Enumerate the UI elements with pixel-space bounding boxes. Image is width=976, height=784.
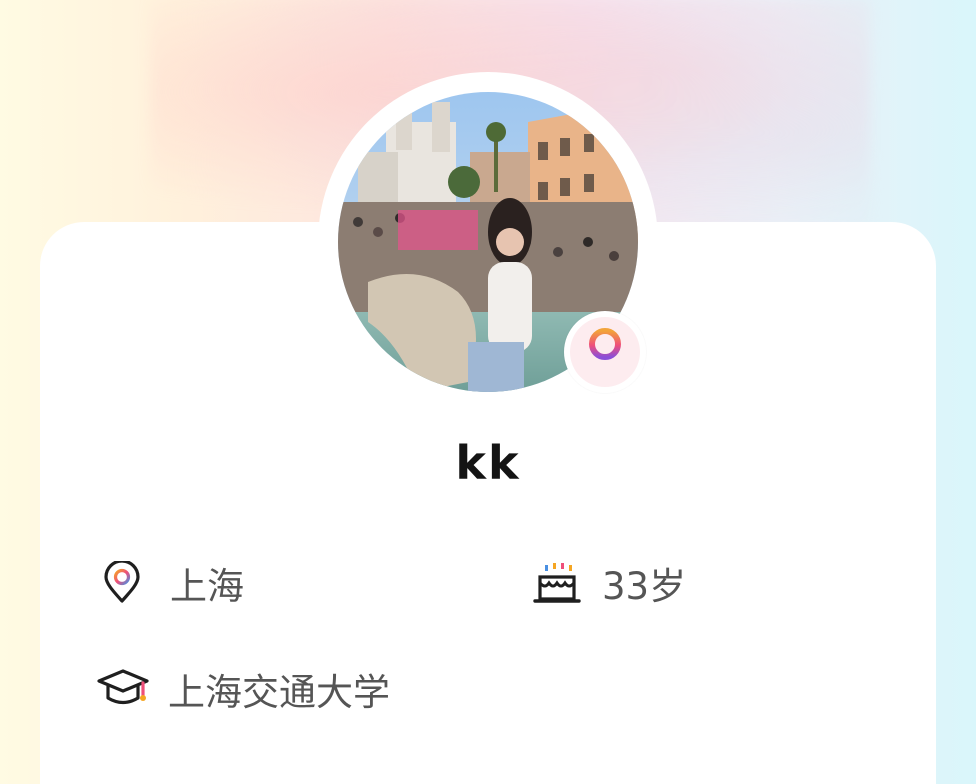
birthday-cake-icon <box>533 563 581 603</box>
nickname: kk <box>455 436 521 490</box>
age-row: 33岁 <box>532 556 686 610</box>
graduation-cap-icon <box>97 669 149 705</box>
location-row: 上海 <box>100 556 244 610</box>
location-pin-icon <box>104 561 140 603</box>
gender-badge <box>564 311 646 393</box>
female-symbol-icon <box>589 328 621 380</box>
gender-badge-background <box>570 317 640 387</box>
location-text: 上海 <box>170 565 244 608</box>
school-text: 上海交通大学 <box>168 671 390 714</box>
profile-page: kk 上海 33岁 上海交通大学 <box>0 0 976 784</box>
school-row: 上海交通大学 <box>96 662 390 716</box>
age-text: 33岁 <box>602 565 687 608</box>
